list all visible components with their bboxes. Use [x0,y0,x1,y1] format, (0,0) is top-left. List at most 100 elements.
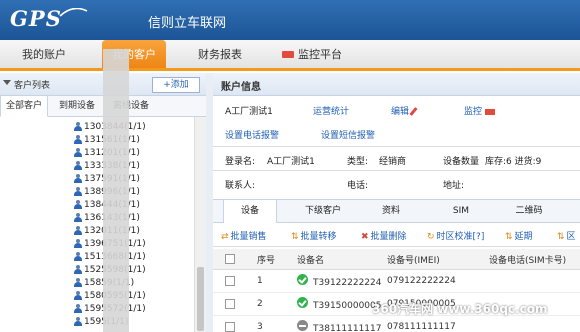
nav-tab-monitor[interactable]: 监控平台 [282,40,342,68]
collapse-icon[interactable] [3,80,11,85]
user-icon [74,239,82,248]
user-icon [74,252,82,261]
tab-sim[interactable]: SIM [441,200,481,222]
row-checkbox[interactable] [225,322,235,332]
tab-expired-devices[interactable]: 到期设备 [54,96,100,116]
privacy-blur [103,49,129,332]
camera-icon [282,50,294,58]
user-icon [74,174,82,183]
device-tabs: 设备 下级客户 资料 SIM 二维码 [213,199,580,223]
row-checkbox[interactable] [225,299,235,309]
row-no: 1 [257,276,263,286]
batch-transfer-button[interactable]: ⇅ 批量转移 [291,229,337,242]
user-icon [74,148,82,157]
app-window: GPS 信则立车联网 我的账户 我的客户 财务报表 监控平台 客户列表 +添加 … [0,0,580,332]
operation-stats-link[interactable]: 运营统计 [313,104,349,117]
login-name-value: A工厂测试1 [267,157,315,167]
account-panel: 账户信息 A工厂测试1 运营统计 编辑 监控 设置电话报警 设置短信报警 登录名… [213,73,580,332]
top-header: GPS 信则立车联网 [0,0,580,40]
more-button[interactable]: ⇅ 区 [557,229,576,242]
device-table-header: 序号 设备名 设备号(IMEI) 设备电话(SIM卡号) [213,249,580,270]
phone-label: 电话: [347,181,369,191]
swap-icon: ⇄ [221,232,229,242]
nav-tab-monitor-label: 监控平台 [298,48,342,61]
main-nav: 我的账户 我的客户 财务报表 监控平台 [0,40,580,71]
sms-alarm-link[interactable]: 设置短信报警 [321,128,375,141]
nav-tab-finance[interactable]: 财务报表 [198,40,242,68]
nav-tab-my-account[interactable]: 我的账户 [22,40,66,68]
device-toolbar: ⇄ 批量销售 ⇅ 批量转移 ✖ 批量删除 ↻ 时区校准[?] ⇅ 延期 ⇅ 区 [213,224,580,247]
user-icon [74,226,82,235]
user-icon [74,200,82,209]
user-icon [74,291,82,300]
row-no: 2 [257,299,263,309]
panel-divider[interactable] [206,73,213,332]
edit-link[interactable]: 编辑 [391,104,418,117]
transfer-icon: ⇅ [291,232,299,242]
customer-tree: 1303844(1/1) 131561(1/1) 131201(1/1) 133… [0,117,194,332]
user-icon [74,135,82,144]
tab-devices[interactable]: 设备 [223,200,277,223]
timezone-calibrate-button[interactable]: ↻ 时区校准[?] [427,229,484,242]
online-status-icon [297,274,308,285]
device-imei: 079122222224 [387,276,456,286]
user-icon [74,304,82,313]
account-panel-header: 账户信息 [213,73,580,96]
tab-sub-customers[interactable]: 下级客户 [295,200,351,222]
row-checkbox[interactable] [225,276,235,286]
divider [213,170,580,171]
device-count-value: 库存:6 进货:9 [485,157,542,167]
address-label: 地址: [443,181,465,191]
customer-tree-scrollbar[interactable] [194,117,206,332]
table-row[interactable]: 1 T39122222224 079122222224 [213,270,580,293]
batch-delete-button[interactable]: ✖ 批量删除 [361,229,407,242]
batch-sell-button[interactable]: ⇄ 批量销售 [221,229,267,242]
user-icon [74,317,82,326]
type-label: 类型: [347,157,369,167]
device-imei: 078111111117 [387,322,456,332]
device-name: T38111111117 [313,324,382,332]
col-no: 序号 [257,256,276,266]
contact-label: 联系人: [225,181,256,191]
delete-icon: ✖ [361,232,369,242]
site-watermark: 360汽车网 www.360qc.com [372,302,548,316]
add-customer-button[interactable]: +添加 [152,77,200,93]
col-device-name: 设备名 [297,256,325,266]
col-imei: 设备号(IMEI) [387,256,440,266]
pencil-icon [409,107,418,116]
device-name: T39122222224 [313,278,382,288]
type-value: 经销商 [379,157,407,167]
row-no: 3 [257,322,263,332]
user-icon [74,161,82,170]
user-icon [74,122,82,131]
customer-list-title: 客户列表 [14,81,51,91]
extend-icon: ⇅ [505,232,513,242]
tab-documents[interactable]: 资料 [371,200,411,222]
logo-swoosh-icon [59,8,88,17]
user-icon [74,187,82,196]
gps-logo: GPS [10,6,62,31]
account-name: A工厂测试1 [225,107,273,117]
clock-icon: ↻ [427,232,435,242]
user-icon [74,278,82,287]
user-icon [74,265,82,274]
divider [213,146,580,147]
table-row[interactable]: 3 T38111111117 078111111117 [213,316,580,332]
monitor-link[interactable]: 监控 [464,104,496,117]
online-status-icon [297,297,308,308]
device-count-label: 设备数量 [443,157,480,167]
account-info-title: 账户信息 [221,82,261,93]
tab-qrcode[interactable]: 二维码 [509,200,549,222]
scroll-thumb[interactable] [197,267,204,331]
extend-button[interactable]: ⇅ 延期 [505,229,533,242]
offline-status-icon [297,320,308,331]
more-icon: ⇅ [557,232,565,242]
col-sim: 设备电话(SIM卡号) [489,256,567,266]
select-all-checkbox[interactable] [225,254,235,264]
tab-all-customers[interactable]: 全部客户 [0,95,48,117]
phone-alarm-link[interactable]: 设置电话报警 [225,128,279,141]
brand-title: 信则立车联网 [148,16,227,31]
camera-icon [485,108,496,115]
login-name-label: 登录名: [225,157,256,167]
user-icon [74,213,82,222]
